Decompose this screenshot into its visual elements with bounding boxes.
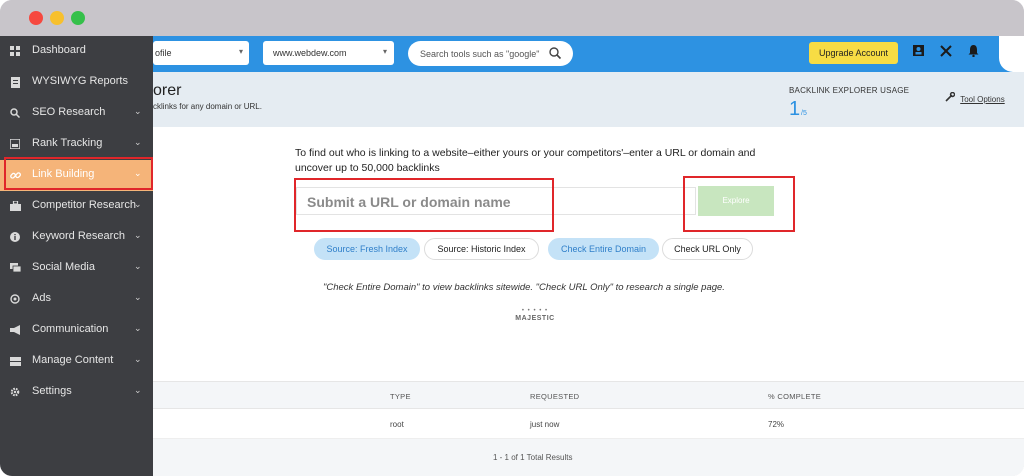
usage-count: 1	[789, 98, 801, 120]
social-icon	[9, 262, 21, 274]
sidebar-item-seo-research[interactable]: SEO Research ⌄	[0, 98, 153, 129]
sidebar-item-communication[interactable]: Communication ⌄	[0, 315, 153, 346]
page-header: orer cklinks for any domain or URL. BACK…	[153, 72, 1024, 127]
sidebar-item-label: Keyword Research	[32, 230, 125, 242]
annotation-highlight-box	[4, 157, 153, 190]
sidebar-item-dashboard[interactable]: Dashboard	[0, 36, 153, 67]
upgrade-account-button[interactable]: Upgrade Account	[809, 42, 898, 64]
domain-select[interactable]: www.webdew.com ▾	[263, 41, 394, 65]
gear-icon	[9, 386, 21, 398]
tools-search-input[interactable]: Search tools such as "google"	[408, 41, 573, 66]
chevron-down-icon: ⌄	[134, 199, 142, 209]
sidebar-item-label: WYSIWYG Reports	[32, 75, 128, 87]
megaphone-icon	[9, 324, 21, 336]
column-header-complete: % COMPLETE	[768, 392, 822, 401]
column-header-type: TYPE	[390, 392, 411, 401]
check-entire-domain-toggle[interactable]: Check Entire Domain	[548, 238, 659, 260]
domain-select-value: www.webdew.com	[273, 48, 347, 58]
window-titlebar	[0, 0, 1024, 36]
chevron-down-icon: ⌄	[134, 323, 142, 333]
sidebar-item-rank-tracking[interactable]: Rank Tracking ⌄	[0, 129, 153, 160]
check-url-only-toggle[interactable]: Check URL Only	[662, 238, 753, 260]
tool-options-link[interactable]: Tool Options	[945, 91, 1005, 104]
sidebar: Dashboard WYSIWYG Reports SEO Research ⌄	[0, 36, 153, 476]
content-icon	[9, 355, 21, 367]
sidebar-item-label: Manage Content	[32, 354, 114, 366]
chevron-down-icon: ⌄	[134, 106, 142, 116]
maximize-window-button[interactable]	[71, 11, 85, 25]
wrench-icon	[945, 91, 957, 104]
majestic-logo: • • • • • MAJESTIC	[512, 307, 558, 329]
chevron-down-icon: ⌄	[134, 385, 142, 395]
cell-requested: just now	[530, 420, 560, 429]
chevron-down-icon: ▾	[382, 47, 387, 56]
window-edge	[999, 36, 1024, 72]
search-placeholder: Search tools such as "google"	[420, 49, 540, 59]
sidebar-item-label: Rank Tracking	[32, 137, 103, 149]
chevron-down-icon: ▾	[238, 47, 243, 56]
cell-complete: 72%	[768, 420, 785, 429]
majestic-logo-dots: • • • • •	[521, 308, 549, 314]
usage-limit: /5	[801, 110, 807, 117]
search-icon	[9, 107, 21, 119]
profile-select-value: ofile	[155, 48, 172, 58]
sidebar-item-label: Ads	[32, 292, 51, 304]
top-toolbar: ofile ▾ www.webdew.com ▾ Search tools su…	[153, 36, 1024, 72]
app-window: Dashboard WYSIWYG Reports SEO Research ⌄	[0, 0, 1024, 476]
sidebar-item-social-media[interactable]: Social Media ⌄	[0, 253, 153, 284]
sidebar-item-settings[interactable]: Settings ⌄	[0, 377, 153, 408]
sidebar-item-label: Social Media	[32, 261, 95, 273]
results-count: 1 - 1 of 1 Total Results	[493, 453, 573, 462]
profile-select[interactable]: ofile ▾	[153, 41, 249, 65]
column-header-requested: REQUESTED	[530, 392, 580, 401]
table-row[interactable]: root just now 72%	[153, 409, 1024, 439]
intro-text: To find out who is linking to a website–…	[295, 147, 756, 174]
chevron-down-icon: ⌄	[134, 354, 142, 364]
chevron-down-icon: ⌄	[134, 261, 142, 271]
sidebar-item-label: Settings	[32, 385, 72, 397]
minimize-window-button[interactable]	[50, 11, 64, 25]
dashboard-icon	[9, 45, 21, 57]
help-text: "Check Entire Domain" to view backlinks …	[323, 282, 725, 293]
cell-type: root	[390, 420, 404, 429]
tool-options-label: Tool Options	[960, 95, 1005, 104]
sidebar-item-label: Competitor Research	[32, 199, 136, 211]
tools-icon[interactable]	[939, 45, 953, 59]
close-window-button[interactable]	[29, 11, 43, 25]
sidebar-item-competitor-research[interactable]: Competitor Research ⌄	[0, 191, 153, 222]
page-title: orer	[153, 82, 182, 99]
chevron-down-icon: ⌄	[134, 292, 142, 302]
bell-icon[interactable]	[966, 45, 980, 59]
sidebar-item-label: Dashboard	[32, 44, 86, 56]
chevron-down-icon: ⌄	[134, 230, 142, 240]
page-subtitle: cklinks for any domain or URL.	[153, 102, 262, 111]
app-content: Dashboard WYSIWYG Reports SEO Research ⌄	[0, 36, 1024, 476]
usage-label: BACKLINK EXPLORER USAGE	[789, 86, 910, 95]
sidebar-item-ads[interactable]: Ads ⌄	[0, 284, 153, 315]
chevron-down-icon: ⌄	[134, 137, 142, 147]
annotation-highlight-box	[294, 178, 554, 232]
results-footer: 1 - 1 of 1 Total Results	[153, 439, 1024, 476]
fresh-index-toggle[interactable]: Source: Fresh Index	[314, 238, 420, 260]
results-table-header: TYPE REQUESTED % COMPLETE	[153, 381, 1024, 409]
annotation-highlight-box	[683, 176, 795, 232]
ads-icon	[9, 293, 21, 305]
info-icon	[9, 231, 21, 243]
search-icon[interactable]	[548, 46, 562, 60]
historic-index-toggle[interactable]: Source: Historic Index	[424, 238, 539, 260]
reports-icon	[9, 76, 21, 88]
contact-icon[interactable]	[911, 45, 925, 59]
majestic-logo-word: MAJESTIC	[515, 315, 555, 322]
sidebar-item-manage-content[interactable]: Manage Content ⌄	[0, 346, 153, 377]
sidebar-item-keyword-research[interactable]: Keyword Research ⌄	[0, 222, 153, 253]
rank-tracking-icon	[9, 138, 21, 150]
sidebar-item-label: Communication	[32, 323, 109, 335]
sidebar-item-label: SEO Research	[32, 106, 106, 118]
sidebar-item-wysiwyg-reports[interactable]: WYSIWYG Reports	[0, 67, 153, 98]
competitor-icon	[9, 200, 21, 212]
